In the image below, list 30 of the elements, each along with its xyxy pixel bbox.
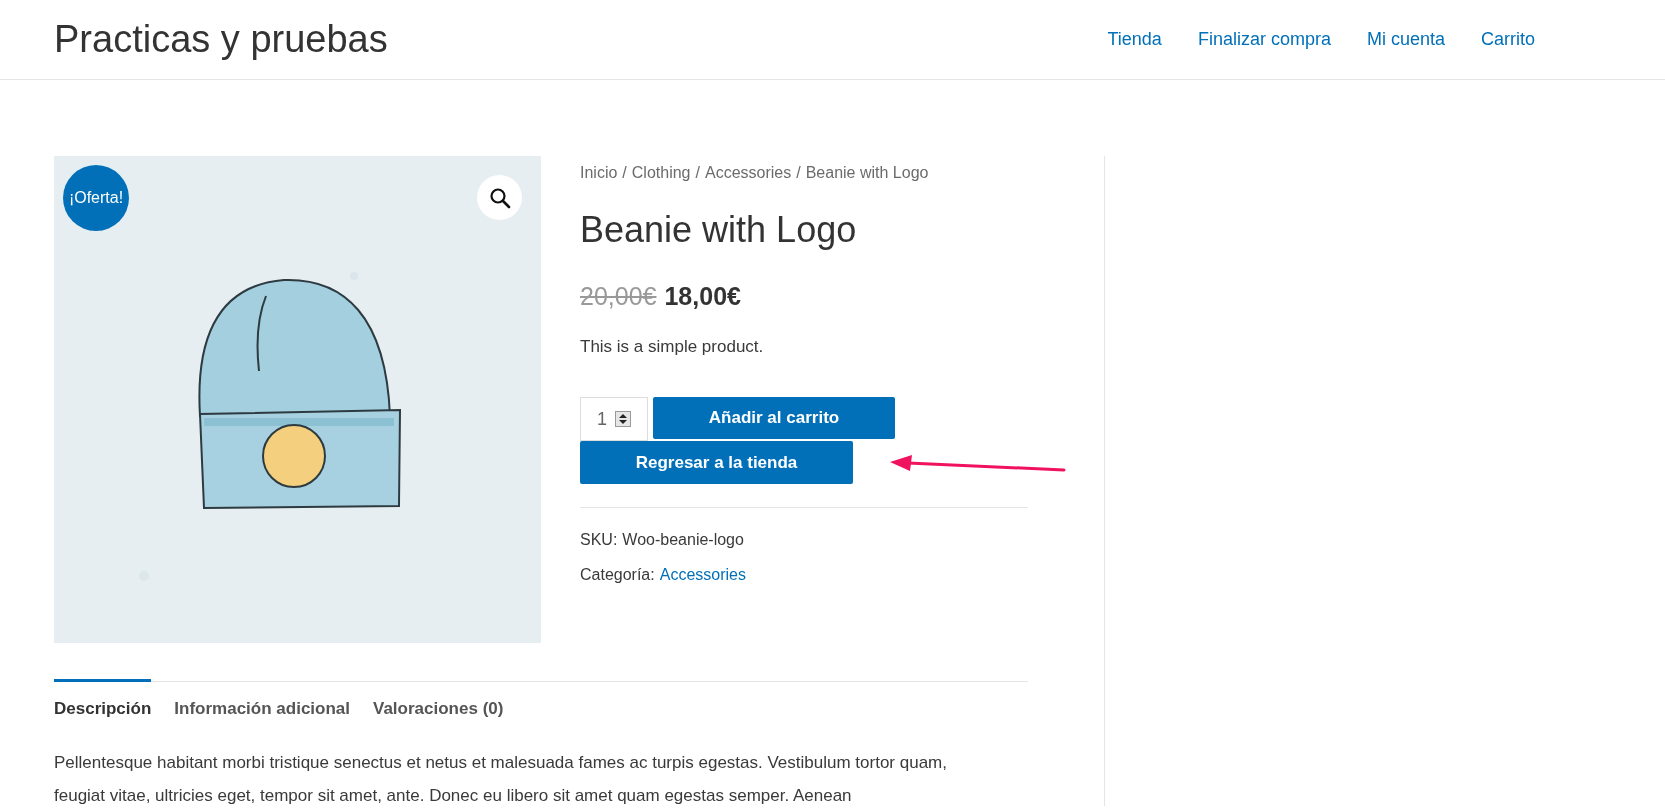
tab[interactable]: Información adicional — [174, 679, 350, 722]
arrow-icon — [888, 454, 1068, 474]
breadcrumb-separator: / — [622, 163, 627, 183]
nav-link[interactable]: Carrito — [1481, 26, 1535, 53]
spinner-icon — [615, 411, 631, 427]
search-icon — [488, 186, 511, 209]
category-link[interactable]: Accessories — [659, 563, 746, 587]
site-title[interactable]: Practicas y pruebas — [54, 11, 388, 68]
nav-link[interactable]: Finalizar compra — [1197, 26, 1331, 53]
back-to-shop-button[interactable]: Regresar a la tienda — [580, 441, 853, 484]
sale-price: 18,00€ — [664, 281, 741, 312]
sku-value: Woo-beanie-logo — [622, 530, 744, 550]
nav-link[interactable]: Tienda — [1107, 26, 1162, 53]
breadcrumb-current: Beanie with Logo — [805, 163, 929, 183]
add-to-cart-button[interactable]: Añadir al carrito — [653, 397, 895, 439]
category-label: Categoría: — [580, 565, 655, 585]
breadcrumb-link[interactable]: Inicio — [580, 161, 618, 185]
tab[interactable]: Descripción — [54, 679, 152, 722]
breadcrumb-separator: / — [695, 163, 700, 183]
sku-label: SKU: — [580, 530, 618, 550]
short-description: This is a simple product. — [580, 335, 765, 358]
tab[interactable]: Valoraciones (0) — [373, 679, 504, 722]
old-price: 20,00€ — [580, 281, 657, 312]
breadcrumb-link[interactable]: Accessories — [704, 161, 792, 185]
nav-link[interactable]: Mi cuenta — [1366, 26, 1445, 53]
product-title: Beanie with Logo — [580, 208, 858, 252]
breadcrumb-link[interactable]: Clothing — [631, 161, 691, 185]
quantity-field[interactable]: 1 — [580, 397, 648, 441]
breadcrumb-separator: / — [796, 163, 801, 183]
description-text: Pellentesque habitant morbi tristique senectus et netus et malesuada fames ac turpis egestas. Vestibulum tortor quam, feugiat vitae, ultricies eget, tempor sit amet, ante. Donec eu libero sit amet quam egestas semper. Aenean — [54, 751, 948, 807]
